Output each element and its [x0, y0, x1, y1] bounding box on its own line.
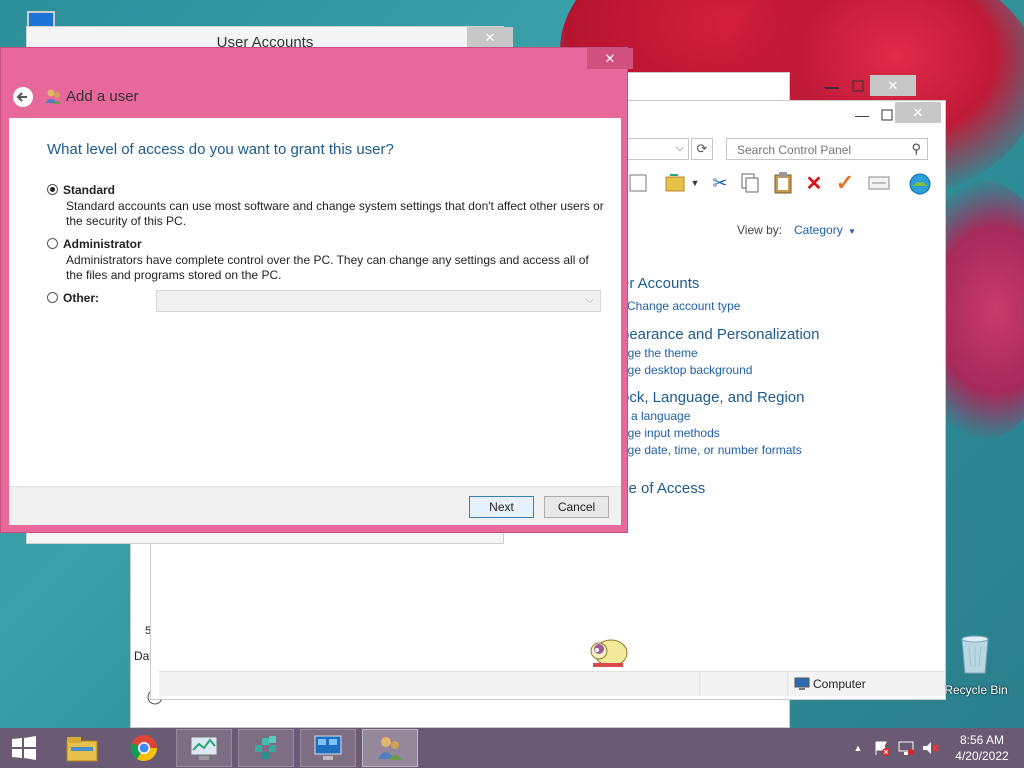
- chrome-taskbar-icon[interactable]: [116, 729, 172, 767]
- link-change-desktop-background[interactable]: nge desktop background: [621, 363, 752, 377]
- maximize-icon[interactable]: [846, 76, 870, 96]
- toolbar: ▼ ✂ ✕ ✓: [621, 169, 941, 199]
- status-computer: Computer: [813, 677, 866, 691]
- back-arrow-icon[interactable]: [13, 87, 33, 107]
- pane-icon[interactable]: [627, 172, 649, 194]
- add-user-dialog[interactable]: ✕ Add a user What level of access do you…: [0, 47, 633, 533]
- dialog-question: What level of access do you want to gran…: [47, 141, 394, 158]
- close-button[interactable]: ✕: [587, 48, 633, 69]
- network-icon[interactable]: [896, 738, 916, 758]
- dialog-content: What level of access do you want to gran…: [9, 118, 621, 486]
- address-bar[interactable]: ⌵: [619, 138, 689, 160]
- check-icon[interactable]: ✓: [833, 170, 857, 195]
- cancel-button[interactable]: Cancel: [544, 496, 609, 518]
- radio-standard-button[interactable]: [47, 184, 58, 195]
- radio-standard[interactable]: Standard Standard accounts can use most …: [47, 183, 607, 233]
- dropdown-arrow-icon[interactable]: ▼: [689, 174, 701, 192]
- category-appearance[interactable]: pearance and Personalization: [621, 326, 819, 343]
- control-panel-taskbar-icon[interactable]: [300, 729, 356, 767]
- radio-administrator-label: Administrator: [63, 237, 142, 251]
- close-icon: ✕: [912, 104, 924, 120]
- properties-icon[interactable]: [867, 173, 891, 193]
- close-icon: ✕: [484, 29, 496, 45]
- category-clock-language-region[interactable]: ock, Language, and Region: [621, 389, 804, 406]
- volume-muted-icon[interactable]: [920, 738, 940, 758]
- chevron-down-icon[interactable]: ⌵: [676, 142, 684, 155]
- recycle-bin-icon[interactable]: [952, 628, 998, 678]
- paste-icon[interactable]: [771, 171, 795, 195]
- users-icon: [43, 86, 63, 106]
- windows-logo-icon: [12, 736, 36, 760]
- taskbar: ▲ 8:56 AM 4/20/2022: [0, 728, 1024, 768]
- chevron-down-icon: ▼: [848, 227, 856, 236]
- performance-monitor-taskbar-icon[interactable]: [176, 729, 232, 767]
- copy-icon[interactable]: [739, 172, 761, 194]
- close-icon: ✕: [887, 77, 899, 93]
- delete-icon[interactable]: ✕: [803, 172, 825, 195]
- category-user-accounts[interactable]: er Accounts: [621, 275, 699, 292]
- folder-options-icon[interactable]: [661, 172, 689, 194]
- link-change-theme[interactable]: nge the theme: [621, 346, 698, 360]
- minimize-icon[interactable]: —: [816, 76, 846, 96]
- category-ease-of-access[interactable]: se of Access: [621, 480, 705, 497]
- sheep-mascot-icon[interactable]: [586, 634, 630, 670]
- link-change-account-type[interactable]: Change account type: [627, 299, 740, 313]
- link-change-date-time-formats[interactable]: nge date, time, or number formats: [621, 443, 802, 457]
- radio-other-button[interactable]: [47, 292, 58, 303]
- view-by-label: View by:: [737, 223, 783, 237]
- clock-date: 4/20/2022: [955, 749, 1009, 763]
- cut-icon[interactable]: ✂: [709, 172, 731, 194]
- search-box[interactable]: ⚲: [726, 138, 928, 160]
- user-accounts-taskbar-icon[interactable]: [362, 729, 418, 767]
- next-button[interactable]: Next: [469, 496, 534, 518]
- clock-time: 8:56 AM: [959, 733, 1005, 747]
- dialog-footer: Next Cancel: [9, 486, 621, 525]
- minimize-icon[interactable]: —: [847, 105, 877, 125]
- search-input[interactable]: [735, 140, 909, 160]
- radio-standard-desc: Standard accounts can use most software …: [66, 199, 604, 228]
- search-icon[interactable]: ⚲: [911, 141, 921, 157]
- start-button[interactable]: [0, 728, 48, 768]
- radio-administrator-button[interactable]: [47, 238, 58, 249]
- refresh-icon[interactable]: ⟳: [691, 138, 713, 160]
- file-explorer-taskbar-icon[interactable]: [54, 729, 110, 767]
- registry-editor-taskbar-icon[interactable]: [238, 729, 294, 767]
- action-center-icon[interactable]: [872, 738, 892, 758]
- other-dropdown[interactable]: ⌵: [156, 290, 601, 312]
- globe-icon[interactable]: [907, 171, 933, 197]
- radio-other[interactable]: Other:: [47, 291, 127, 309]
- dialog-header-title: Add a user: [66, 88, 139, 105]
- clock[interactable]: 8:56 AM 4/20/2022: [946, 732, 1018, 764]
- show-hidden-icons-icon[interactable]: ▲: [850, 738, 866, 758]
- recycle-bin-label: Recycle Bin: [944, 683, 1008, 697]
- link-add-language[interactable]: d a language: [621, 409, 690, 423]
- computer-icon: [793, 676, 811, 692]
- chevron-down-icon: ⌵: [585, 294, 594, 306]
- radio-administrator-desc: Administrators have complete control ove…: [66, 253, 589, 282]
- link-change-input-methods[interactable]: nge input methods: [621, 426, 720, 440]
- radio-other-label: Other:: [63, 291, 99, 305]
- close-button[interactable]: ✕: [870, 75, 916, 96]
- view-by-dropdown[interactable]: Category ▼: [794, 223, 856, 237]
- radio-standard-label: Standard: [63, 183, 116, 197]
- radio-administrator[interactable]: Administrator Administrators have comple…: [47, 237, 607, 287]
- view-by-value: Category: [794, 223, 843, 237]
- status-bar: Computer: [159, 671, 945, 696]
- close-button[interactable]: ✕: [467, 27, 513, 48]
- close-icon: ✕: [604, 50, 616, 66]
- close-button[interactable]: ✕: [895, 102, 941, 123]
